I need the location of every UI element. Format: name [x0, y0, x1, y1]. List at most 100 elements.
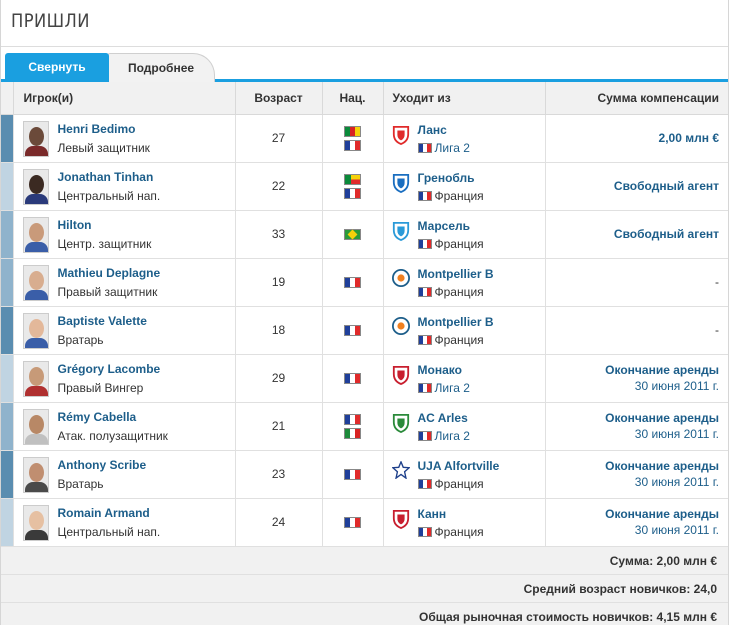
club-name-link[interactable]: Гренобль — [418, 171, 475, 185]
club-crest-icon[interactable] — [392, 125, 410, 145]
club-league: Франция — [417, 284, 484, 299]
club-crest-icon[interactable] — [392, 365, 410, 385]
league-name: Франция — [434, 284, 484, 299]
tab-more[interactable]: Подробнее — [107, 53, 215, 82]
club-name-link[interactable]: UJA Alfortville — [418, 459, 500, 473]
player-photo[interactable] — [22, 216, 49, 253]
table-row: Baptiste Valette Вратарь 18 fr Montpellier B… — [1, 306, 728, 355]
from-club-cell: Марсель Франция — [383, 210, 546, 259]
player-age: 22 — [235, 162, 323, 211]
club-name-link[interactable]: Montpellier B — [418, 267, 494, 281]
player-name-link[interactable]: Hilton — [58, 218, 92, 232]
club-crest-icon[interactable] — [392, 173, 410, 193]
fee-value[interactable]: Окончание аренды — [546, 459, 719, 473]
fee-cell: Окончание аренды 30 июня 2011 г. — [545, 354, 728, 403]
nationality-flag-icon: fr — [344, 468, 361, 480]
nationality-cell: bj fr — [322, 162, 384, 211]
table-header-row: Игрок(и) Возраст Нац. Уходит из Сумма ко… — [1, 82, 728, 115]
club-crest-icon[interactable] — [392, 221, 410, 241]
player-name-link[interactable]: Baptiste Valette — [58, 314, 147, 328]
player-age: 24 — [235, 498, 323, 547]
fee-value[interactable]: Окончание аренды — [546, 507, 719, 521]
player-name-link[interactable]: Romain Armand — [58, 506, 150, 520]
column-header-from[interactable]: Уходит из — [383, 82, 546, 115]
player-name-link[interactable]: Rémy Cabella — [58, 410, 137, 424]
player-age: 33 — [235, 210, 323, 259]
panel-header: Пришли — [1, 0, 728, 47]
fee-date[interactable]: 30 июня 2011 г. — [546, 379, 719, 393]
fee-value[interactable]: Свободный агент — [546, 179, 719, 193]
league-name: Лига 2 — [434, 380, 470, 395]
fee-value[interactable]: Окончание аренды — [546, 411, 719, 425]
club-league[interactable]: Лига 2 — [417, 429, 470, 443]
player-position: Центр. защитник — [57, 236, 152, 251]
club-name-link[interactable]: AC Arles — [418, 411, 468, 425]
fee-cell: Окончание аренды 30 июня 2011 г. — [545, 498, 728, 547]
column-header-age[interactable]: Возраст — [235, 82, 323, 115]
player-name-link[interactable]: Mathieu Deplagne — [58, 266, 161, 280]
player-age: 19 — [235, 258, 323, 307]
club-league[interactable]: Лига 2 — [417, 380, 470, 395]
player-position: Центральный нап. — [57, 524, 161, 539]
nationality-flag-icon: cm — [344, 125, 361, 137]
player-photo[interactable] — [22, 408, 49, 445]
player-photo[interactable] — [22, 504, 49, 541]
league-flag-icon — [417, 238, 432, 249]
player-photo[interactable] — [22, 360, 49, 397]
fee-date[interactable]: 30 июня 2011 г. — [546, 427, 719, 441]
player-position: Атак. полузащитник — [57, 428, 168, 443]
column-header-player[interactable]: Игрок(и) — [13, 82, 236, 115]
fee-value: - — [715, 275, 719, 289]
club-league: Франция — [417, 525, 484, 539]
fee-value[interactable]: 2,00 млн € — [546, 131, 719, 145]
from-club-cell: Канн Франция — [383, 498, 546, 547]
player-photo[interactable] — [22, 264, 49, 301]
table-row: Romain Armand Центральный нап. 24 fr Канн Фра… — [1, 498, 728, 547]
club-name-link[interactable]: Марсель — [418, 219, 471, 233]
fee-cell: Свободный агент — [545, 210, 728, 259]
column-header-nationality[interactable]: Нац. — [322, 82, 384, 115]
club-name-link[interactable]: Монако — [418, 363, 462, 377]
club-name-link[interactable]: Montpellier B — [418, 315, 494, 329]
club-crest-icon[interactable] — [390, 459, 411, 481]
player-cell: Jonathan Tinhan Центральный нап. — [13, 162, 236, 211]
player-photo[interactable] — [22, 312, 49, 349]
player-age: 23 — [235, 450, 323, 499]
fee-cell: Окончание аренды 30 июня 2011 г. — [545, 450, 728, 499]
player-photo[interactable] — [22, 168, 49, 205]
table-row: Jonathan Tinhan Центральный нап. 22 bj fr Гре… — [1, 162, 728, 211]
club-league[interactable]: Лига 2 — [417, 141, 470, 155]
player-name-link[interactable]: Anthony Scribe — [58, 458, 147, 472]
tab-collapse[interactable]: Свернуть — [5, 53, 109, 82]
nationality-flag-icon: fr — [344, 276, 361, 288]
nationality-cell: fr — [322, 498, 384, 547]
player-photo[interactable] — [22, 120, 49, 157]
club-crest-icon[interactable] — [392, 413, 410, 433]
player-name-link[interactable]: Jonathan Tinhan — [58, 170, 154, 184]
club-crest-icon[interactable] — [392, 509, 410, 529]
fee-date[interactable]: 30 июня 2011 г. — [546, 475, 719, 489]
from-club-cell: Montpellier B Франция — [383, 306, 546, 355]
footer-sum: Сумма: 2,00 млн € — [1, 546, 728, 575]
from-club-cell: Montpellier B Франция — [383, 258, 546, 307]
player-name-link[interactable]: Grégory Lacombe — [58, 362, 161, 376]
club-crest-icon[interactable] — [391, 316, 410, 337]
fee-date[interactable]: 30 июня 2011 г. — [546, 523, 719, 537]
club-league: Франция — [417, 477, 484, 491]
player-name-link[interactable]: Henri Bedimo — [58, 122, 136, 136]
club-name-link[interactable]: Ланс — [418, 123, 447, 137]
player-position: Вратарь — [57, 332, 104, 347]
player-age: 18 — [235, 306, 323, 355]
player-photo[interactable] — [22, 456, 49, 493]
league-flag-icon — [417, 430, 432, 441]
club-league: Франция — [417, 333, 484, 347]
fee-value[interactable]: Свободный агент — [546, 227, 719, 241]
league-flag-icon — [417, 526, 432, 537]
table-row: Henri Bedimo Левый защитник 27 cm fr Ланс Лига… — [1, 114, 728, 163]
table-row: Anthony Scribe Вратарь 23 fr UJA Alfortville… — [1, 450, 728, 499]
club-crest-icon[interactable] — [391, 268, 410, 289]
column-header-fee[interactable]: Сумма компенсации — [545, 82, 728, 115]
club-name-link[interactable]: Канн — [418, 507, 447, 521]
fee-value: - — [715, 323, 719, 337]
fee-value[interactable]: Окончание аренды — [546, 363, 719, 377]
